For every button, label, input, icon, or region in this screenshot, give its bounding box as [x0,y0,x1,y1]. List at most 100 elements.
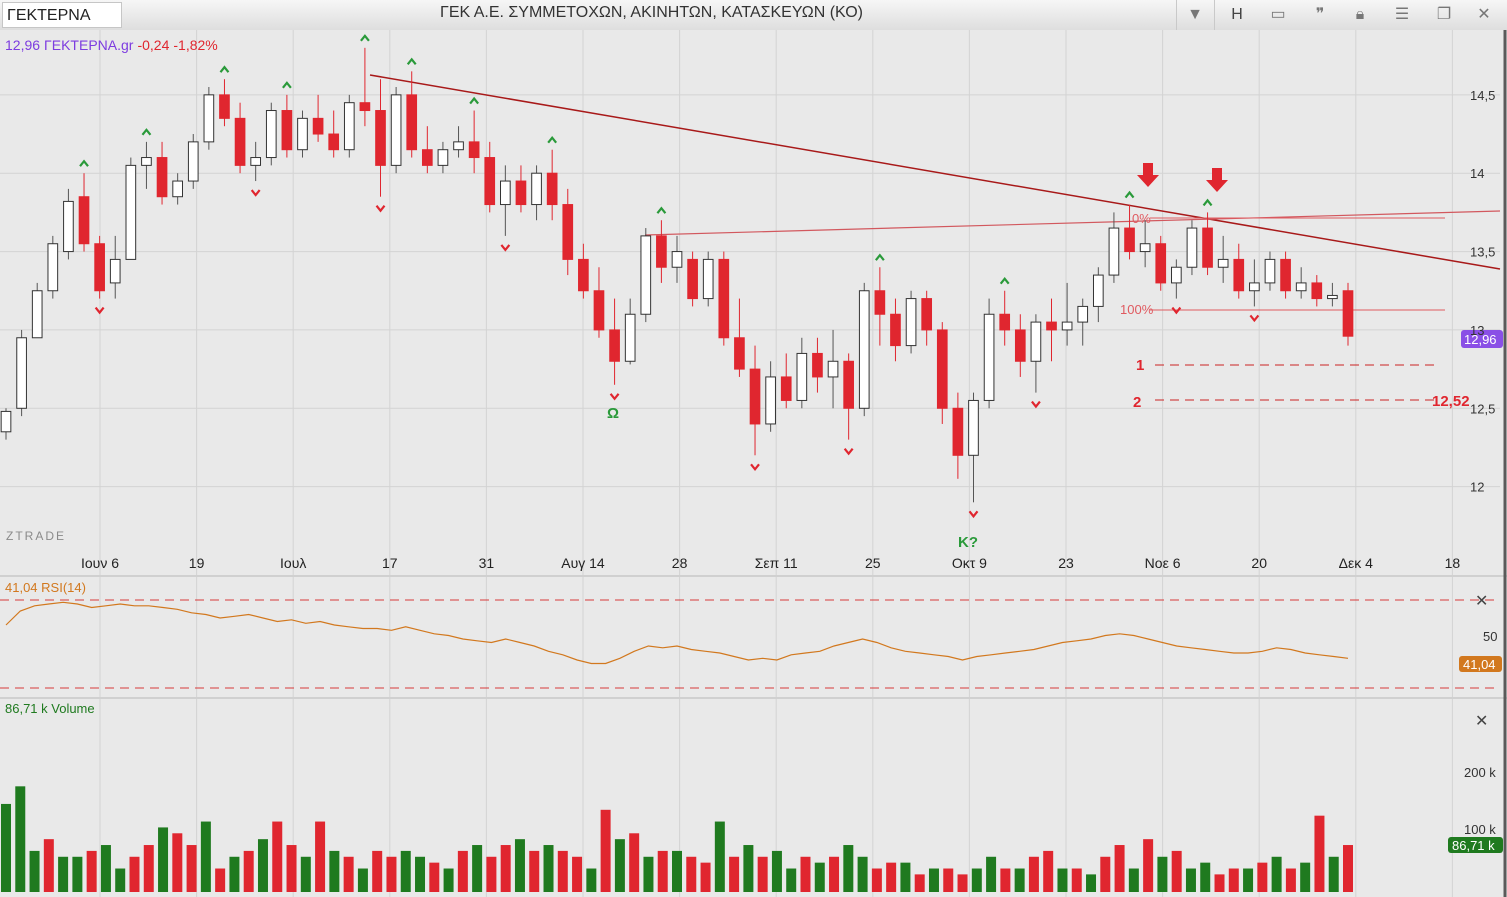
volume-bar [343,856,354,892]
volume-bar [457,850,468,892]
volume-bar [186,845,197,892]
candle-body [78,196,90,245]
x-tick-label: 18 [1445,555,1461,571]
candle-body [640,235,652,315]
candle-body [1233,258,1245,292]
volume-bar [415,856,426,892]
candle-body [671,251,683,268]
volume-bar [786,868,797,892]
volume-bar [928,868,939,892]
candle-body [1061,321,1073,331]
candle-body [1202,227,1213,268]
volume-bar [700,862,711,892]
x-tick-label: 17 [382,555,398,571]
volume-bar [1043,850,1054,892]
chart-area[interactable]: 12,96 ΓΕΚΤΕΡΝΑ.gr -0,24 -1,82% ZTRADE 0% 10… [0,30,1507,897]
candle-body [31,290,43,339]
candle-body [343,102,355,151]
candle-body [936,329,948,409]
x-tick-label: 25 [865,555,881,571]
volume-bar [729,856,740,892]
volume-bar [472,845,483,892]
volume-bar [1114,845,1125,892]
volume-bar [386,856,397,892]
lock-icon[interactable]: 🔒︎ [1346,3,1374,27]
y-tick-label: 14,5 [1470,88,1495,103]
candle-body [16,337,27,409]
candle-body [328,133,340,151]
candle-body [437,149,449,166]
candle-body [500,180,511,206]
volume-bar [329,850,340,892]
h-button[interactable]: H [1223,3,1251,27]
volume-bar [914,874,925,892]
volume-bar [771,850,782,892]
candle-body [609,329,620,362]
candle-body [109,258,121,284]
y-tick-label: 13,5 [1470,245,1495,260]
x-tick-label: 31 [479,555,495,571]
volume-bar [1243,868,1254,892]
candle-body [375,110,386,166]
volume-bar [257,839,268,892]
volume-bar [357,868,368,892]
candle-body [546,172,558,206]
volume-bar [986,856,997,892]
level-label: 12,52 [1432,393,1470,410]
candle-body [156,157,168,198]
candle-body [983,313,995,401]
volume-bar [1328,856,1339,892]
restore-icon[interactable]: ❐ [1430,3,1458,27]
rsi-value-text: 41,04 [1463,657,1496,672]
candle-body [1295,282,1307,292]
candle-body [94,243,105,292]
window-icon[interactable]: ▭ [1264,3,1292,27]
candle-body [468,141,480,159]
volume-bar [1028,856,1039,892]
volume-bar [143,845,154,892]
candle-body [359,102,371,112]
candle-body [1311,282,1323,300]
volume-y-tick: 200 k [1464,765,1496,780]
x-tick-label: 20 [1251,555,1267,571]
close-icon[interactable]: ✕ [1475,593,1488,610]
candle-body [453,141,464,151]
menu-icon[interactable]: ☰ [1388,3,1416,27]
candle-body [968,399,979,456]
x-tick-label: Οκτ 9 [952,555,987,571]
volume-bar [1285,868,1296,892]
candle-body [531,172,542,206]
volume-bar [215,868,226,892]
volume-bar [586,868,597,892]
x-axis: Ιουν 6 19 Ιουλ 17 31 Αυγ 14 28 Σεπ 11 25 Οκτ 9 23 Ν… [81,555,1460,571]
volume-bar [15,786,26,892]
close-icon[interactable]: ✕ [1475,713,1488,730]
candle-body [1030,321,1042,362]
candle-body [515,180,527,206]
candle-body [234,117,246,166]
x-tick-label: Αυγ 14 [561,555,605,571]
volume-bar [886,862,897,892]
volume-bar [100,845,111,892]
symbol-input[interactable]: ΓΕΚΤΕΡΝΑ [2,2,122,28]
candle-body [297,117,308,151]
close-icon[interactable]: ✕ [1470,3,1498,27]
candle-body [421,149,433,166]
candle-body [749,368,761,425]
fib-0-label: 0% [1132,211,1151,226]
volume-bar [843,845,854,892]
quote-icon[interactable]: ❞ [1306,3,1334,27]
candle-body [734,337,745,370]
candle-body [578,258,589,292]
volume-bar [200,821,211,892]
volume-y-tick: 100 k [1464,822,1496,837]
chevron-down-icon[interactable]: ▼ [1181,3,1209,27]
price-header: 12,96 ΓΕΚΤΕΡΝΑ.gr -0,24 -1,82% [5,37,218,53]
volume-bar [1257,862,1268,892]
y-tick-label: 14 [1470,166,1484,181]
candle-body [1014,329,1026,362]
volume-bar [657,850,668,892]
candle-body [1171,266,1182,284]
volume-bar [58,856,69,892]
candle-body [687,258,698,300]
